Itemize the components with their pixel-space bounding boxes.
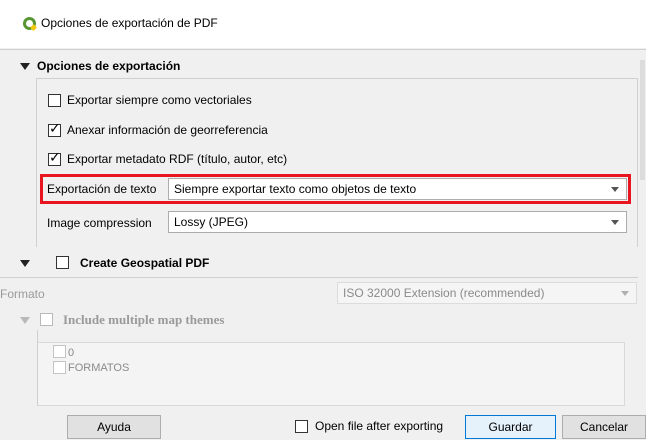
text-export-select[interactable]: Siempre exportar texto como objetos de t… — [168, 178, 627, 200]
cancel-button[interactable]: Cancelar — [562, 415, 646, 439]
group-border-left — [36, 78, 37, 247]
text-export-value: Siempre exportar texto como objetos de t… — [174, 182, 417, 196]
pdf-export-dialog: Opciones de exportación de PDF Opciones … — [0, 0, 646, 440]
image-compression-select[interactable]: Lossy (JPEG) — [168, 211, 627, 233]
format-label: Formato — [0, 287, 45, 301]
help-button[interactable]: Ayuda — [67, 415, 161, 439]
save-button[interactable]: Guardar — [465, 415, 556, 439]
open-after-label: Open file after exporting — [315, 419, 444, 433]
scrollbar-thumb[interactable] — [640, 60, 645, 180]
georef-checkbox[interactable] — [48, 121, 61, 137]
geospatial-header[interactable] — [20, 256, 37, 276]
map-themes-list[interactable] — [37, 342, 625, 406]
export-options-title: Opciones de exportación — [37, 59, 181, 73]
always-vectors-label: Exportar siempre como vectoriales — [67, 93, 252, 107]
title-bar: Opciones de exportación de PDF — [0, 0, 646, 48]
image-compression-label: Image compression — [47, 216, 152, 230]
map-themes-title: Include multiple map themes — [63, 312, 225, 327]
format-select[interactable]: ISO 32000 Extension (recommended) — [337, 282, 637, 304]
rdf-metadata-checkbox[interactable] — [48, 150, 61, 166]
qgis-logo-icon — [23, 17, 36, 30]
theme-0-checkbox[interactable] — [53, 345, 66, 358]
themes-border-left — [37, 330, 38, 406]
collapse-arrow-icon[interactable] — [20, 63, 30, 71]
list-item: 0 — [68, 347, 75, 359]
always-vectors-checkbox[interactable] — [48, 94, 61, 107]
dropdown-arrow-icon — [611, 220, 619, 225]
dropdown-arrow-icon — [621, 291, 629, 296]
geospatial-title: Create Geospatial PDF — [80, 256, 210, 270]
collapse-arrow-icon[interactable] — [20, 317, 30, 325]
image-compression-value: Lossy (JPEG) — [174, 215, 249, 229]
theme-formatos-checkbox[interactable] — [53, 361, 66, 374]
window-title: Opciones de exportación de PDF — [41, 16, 218, 30]
georef-label: Anexar información de georreferencia — [67, 123, 268, 137]
geospatial-divider — [0, 277, 646, 278]
text-export-label: Exportación de texto — [47, 182, 157, 196]
titlebar-divider — [0, 49, 646, 50]
export-options-header[interactable]: Opciones de exportación — [20, 59, 180, 79]
list-item: FORMATOS — [68, 362, 130, 374]
rdf-metadata-label: Exportar metadato RDF (título, autor, et… — [67, 152, 288, 166]
group-divider — [36, 78, 638, 79]
dropdown-arrow-icon — [611, 187, 619, 192]
geospatial-checkbox[interactable] — [56, 256, 69, 269]
map-themes-checkbox[interactable] — [40, 313, 53, 326]
format-value: ISO 32000 Extension (recommended) — [343, 286, 545, 300]
open-after-checkbox[interactable] — [295, 420, 308, 433]
collapse-arrow-icon[interactable] — [20, 260, 30, 268]
map-themes-header[interactable] — [20, 313, 37, 333]
